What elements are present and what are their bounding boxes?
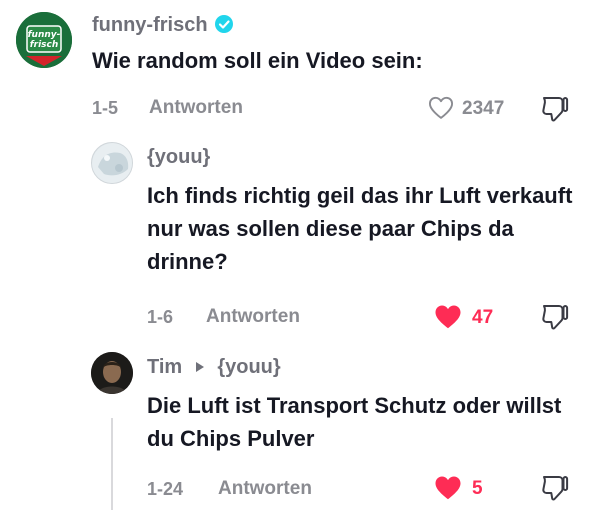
reply-arrow-icon [195, 362, 204, 372]
dislike-button[interactable] [539, 473, 571, 503]
heart-outline-icon [428, 96, 454, 119]
avatar[interactable]: funny- frisch [16, 12, 72, 68]
like-count: 2347 [462, 98, 505, 119]
funny-frisch-logo-icon: funny- frisch [16, 12, 72, 68]
verified-badge-icon [215, 15, 234, 33]
heart-filled-icon [435, 476, 461, 500]
comment-username: Tim {youu} [147, 356, 281, 379]
like-button[interactable]: 2347 [426, 92, 526, 124]
comment-date: 1-6 [147, 307, 174, 327]
comment-username[interactable]: funny-frisch [92, 14, 234, 37]
thumbs-down-icon [542, 476, 569, 501]
reply-to-username[interactable]: {youu} [217, 356, 280, 378]
dislike-button[interactable] [539, 94, 571, 124]
heart-filled-icon [435, 305, 461, 329]
comment-date: 1-5 [92, 98, 119, 118]
like-button[interactable]: 5 [432, 473, 502, 505]
avatar[interactable] [91, 352, 133, 394]
comment-date: 1-24 [147, 479, 184, 499]
svg-text:frisch: frisch [30, 40, 59, 50]
frosted-avatar-icon [92, 143, 132, 183]
like-count: 47 [472, 307, 494, 328]
comment-username[interactable]: {youu} [147, 146, 210, 169]
thread-line [111, 418, 113, 510]
username-text[interactable]: Tim [147, 356, 182, 378]
avatar[interactable] [91, 142, 133, 184]
reply-button[interactable]: Antworten [218, 478, 312, 500]
dislike-button[interactable] [539, 302, 571, 332]
thumbs-down-icon [542, 97, 569, 122]
svg-text:funny-: funny- [28, 30, 61, 40]
profile-photo-icon [91, 352, 133, 394]
comment-text: Ich finds richtig geil das ihr Luft verk… [147, 183, 573, 274]
thumbs-down-icon [542, 305, 569, 330]
comment-text: Die Luft ist Transport Schutz oder wills… [147, 393, 562, 451]
like-count: 5 [472, 478, 483, 499]
reply-button[interactable]: Antworten [149, 97, 243, 119]
comment-text: Wie random soll ein Video sein: [92, 48, 423, 73]
username-text[interactable]: funny-frisch [92, 14, 208, 36]
reply-button[interactable]: Antworten [206, 306, 300, 328]
like-button[interactable]: 47 [432, 302, 502, 334]
